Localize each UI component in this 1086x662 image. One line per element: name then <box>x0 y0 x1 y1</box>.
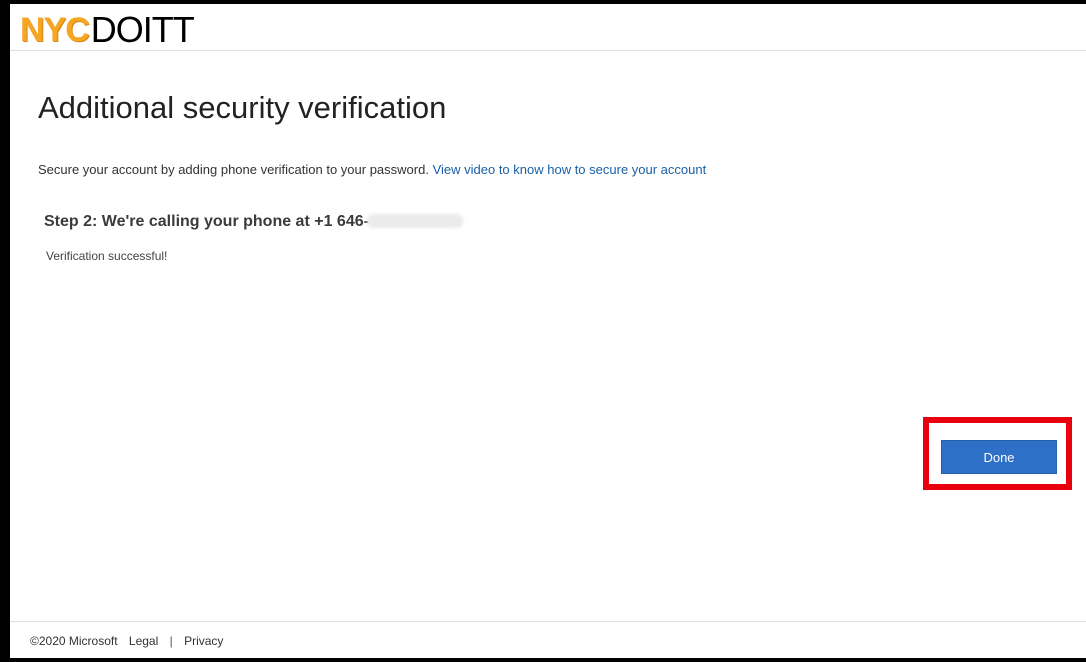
logo-nyc-text: NYC <box>20 11 90 49</box>
verification-status: Verification successful! <box>46 249 168 263</box>
privacy-link[interactable]: Privacy <box>184 634 223 648</box>
view-video-link[interactable]: View video to know how to secure your ac… <box>433 162 707 177</box>
intro-text: Secure your account by adding phone veri… <box>38 162 429 177</box>
header: NYC DOITT <box>10 4 1086 51</box>
step-heading: Step 2: We're calling your phone at +1 6… <box>44 213 463 231</box>
logo-doitt-text: DOITT <box>90 9 195 50</box>
intro-text-row: Secure your account by adding phone veri… <box>38 162 706 177</box>
done-button[interactable]: Done <box>941 440 1057 474</box>
page-frame: NYC DOITT Additional security verificati… <box>10 4 1086 658</box>
legal-link[interactable]: Legal <box>129 634 158 648</box>
footer-separator: | <box>169 634 173 648</box>
footer: ©2020 Microsoft Legal | Privacy <box>10 621 1086 658</box>
step-text: Step 2: We're calling your phone at +1 6… <box>44 213 369 230</box>
footer-links: ©2020 Microsoft Legal | Privacy <box>30 634 231 648</box>
redacted-phone-number <box>366 214 463 228</box>
page-title: Additional security verification <box>38 90 447 125</box>
copyright-text: ©2020 Microsoft <box>30 634 118 648</box>
nyc-doitt-logo: NYC DOITT <box>20 9 195 50</box>
